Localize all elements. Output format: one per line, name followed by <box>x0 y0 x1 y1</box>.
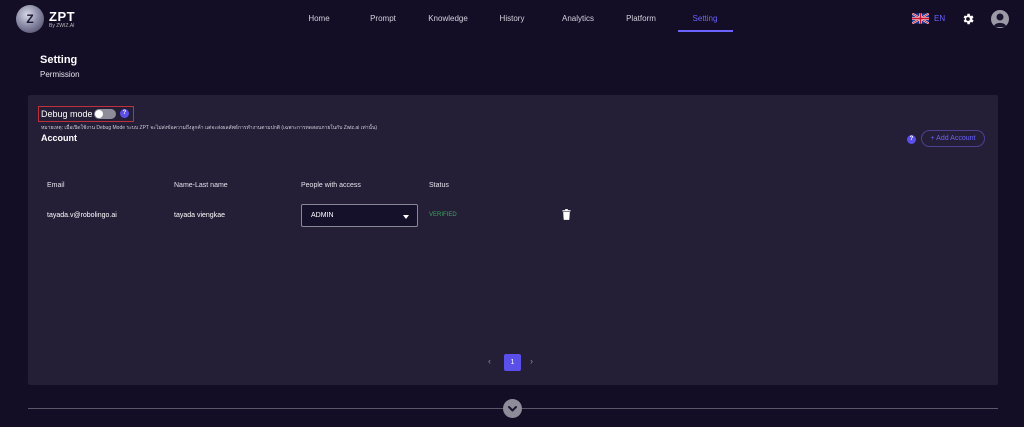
page-subtitle: Permission <box>40 70 80 79</box>
chevron-down-icon <box>508 406 517 412</box>
access-role-value: ADMIN <box>311 212 334 219</box>
page-title: Setting <box>40 54 78 66</box>
status-badge: VERIFIED <box>429 212 457 218</box>
nav-prompt[interactable]: Prompt <box>364 0 402 38</box>
expand-button[interactable] <box>503 399 522 418</box>
permission-panel <box>28 95 998 385</box>
pagination-next-button[interactable]: › <box>530 356 533 366</box>
nav-analytics[interactable]: Analytics <box>556 0 600 38</box>
add-account-button[interactable]: + Add Account <box>921 130 985 147</box>
access-role-select[interactable]: ADMIN <box>301 204 418 227</box>
pagination-prev-button[interactable]: ‹ <box>488 356 491 366</box>
row-name: tayada viengkae <box>174 212 225 219</box>
top-navbar: Z ZPT By ZWIZ.AI Home Prompt Knowledge H… <box>0 0 1024 38</box>
active-tab-indicator <box>678 30 733 32</box>
language-switcher[interactable]: EN <box>912 13 945 24</box>
nav-platform[interactable]: Platform <box>621 0 661 38</box>
debug-mode-label: Debug mode <box>41 109 93 119</box>
debug-mode-toggle[interactable] <box>94 109 116 119</box>
row-email: tayada.v@robolingo.ai <box>47 212 117 219</box>
column-header-access: People with access <box>301 182 361 189</box>
trash-icon[interactable] <box>562 209 571 220</box>
column-header-status: Status <box>429 182 449 189</box>
nav-menu: Home Prompt Knowledge History Analytics … <box>0 0 1024 38</box>
nav-home[interactable]: Home <box>304 0 334 38</box>
pagination-page-button[interactable]: 1 <box>504 354 521 371</box>
language-label: EN <box>934 14 946 23</box>
column-header-name: Name-Last name <box>174 182 228 189</box>
nav-history[interactable]: History <box>495 0 529 38</box>
debug-mode-note: หมายเหตุ: เมื่อเปิดใช้งาน Debug Mode ระบ… <box>41 125 378 131</box>
user-avatar-icon[interactable] <box>991 10 1009 28</box>
account-section-title: Account <box>41 133 77 143</box>
column-header-email: Email <box>47 182 65 189</box>
account-help-icon[interactable]: ? <box>907 135 916 144</box>
caret-down-icon <box>403 215 409 219</box>
gear-icon[interactable] <box>961 12 975 26</box>
toggle-knob <box>95 110 103 118</box>
nav-knowledge[interactable]: Knowledge <box>423 0 473 38</box>
nav-setting[interactable]: Setting <box>684 0 726 38</box>
uk-flag-icon <box>912 13 929 24</box>
debug-help-icon[interactable]: ? <box>120 109 129 118</box>
